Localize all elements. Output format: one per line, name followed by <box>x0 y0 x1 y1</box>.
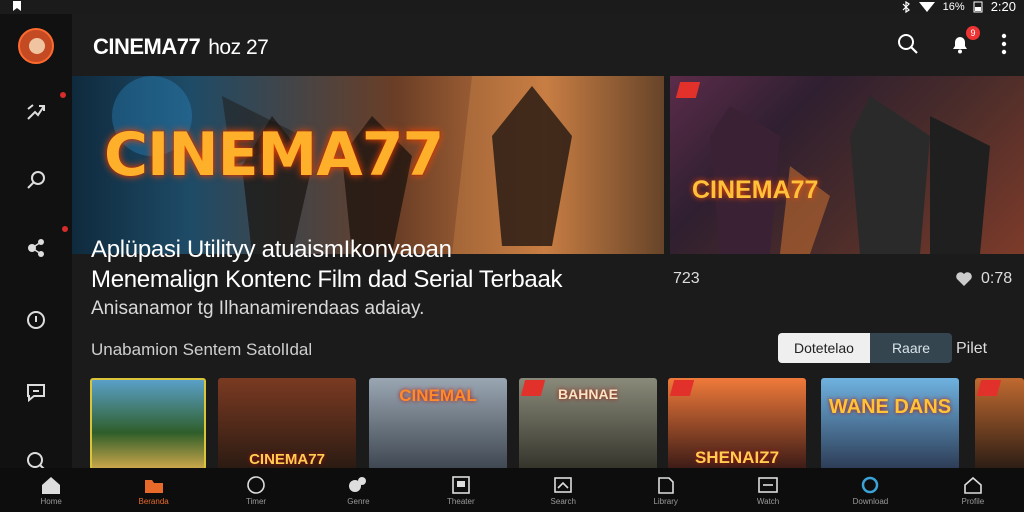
avatar[interactable] <box>18 28 54 64</box>
poster-card[interactable]: CINEMA77 <box>218 378 356 470</box>
poster-title: CINEMA77 <box>249 451 325 468</box>
hero-side-artwork <box>710 96 990 254</box>
bottom-nav-label: Home <box>40 496 62 506</box>
more-vert-icon <box>1000 32 1008 56</box>
search-button[interactable] <box>896 32 920 56</box>
bottom-nav-home[interactable]: Home <box>0 468 102 512</box>
download-icon <box>859 475 881 495</box>
bottom-nav-label: Search <box>550 496 576 506</box>
notification-badge: 9 <box>966 26 980 40</box>
bottom-nav-genre[interactable]: Genre <box>307 468 409 512</box>
clock-icon <box>245 475 267 495</box>
info-icon <box>25 309 47 331</box>
app-title: CINEMA77 hoz 27 <box>93 34 269 60</box>
rail-indicator-dot <box>62 226 68 232</box>
new-ribbon <box>675 82 701 98</box>
home-icon <box>40 475 62 495</box>
top-app-bar: CINEMA77 hoz 27 9 <box>72 14 1024 78</box>
hero-heading-line2: Menemalign Kontenc Film dad Serial Terba… <box>91 266 563 293</box>
bottom-nav-timer[interactable]: Timer <box>205 468 307 512</box>
trending-icon <box>25 101 47 123</box>
toggle-option-active[interactable]: Dotetelao <box>778 333 870 363</box>
battery-icon <box>973 1 983 13</box>
bluetooth-icon <box>901 0 911 13</box>
theater-icon <box>450 475 472 495</box>
hero-subtitle: Anisanamor tg Ilhanamirendaas adaiay. <box>91 298 425 319</box>
search-icon <box>25 169 47 191</box>
heart-icon <box>955 271 973 287</box>
chat-icon <box>25 381 47 403</box>
rail-item-info[interactable] <box>18 302 54 338</box>
bottom-nav-label: Download <box>852 496 889 506</box>
poster-card[interactable]: SHENAIZ7 <box>668 378 806 470</box>
share-icon <box>25 237 47 259</box>
folder-icon <box>143 475 165 495</box>
hero-meta-count: 723 <box>673 270 700 287</box>
poster-card[interactable]: CINEMAL <box>369 378 507 470</box>
hero-side-card[interactable]: CINEMA77 <box>670 76 1024 254</box>
bookmark-icon <box>12 0 22 12</box>
hero-heading-line1: Aplüpasi Utilityy atuaismIkonyaoan <box>91 236 452 263</box>
hero-logo: CINEMA77 <box>104 120 444 190</box>
app-subtitle: hoz 27 <box>208 36 269 59</box>
bottom-nav-library[interactable]: Library <box>614 468 716 512</box>
wifi-icon <box>918 1 935 13</box>
notifications-button[interactable]: 9 <box>948 26 980 56</box>
bottom-nav-label: Theater <box>447 496 475 506</box>
bottom-nav-label: Watch <box>756 496 780 506</box>
bottom-nav-label: Genre <box>347 496 370 506</box>
bottom-nav-label: Beranda <box>138 496 169 506</box>
more-options-button[interactable] <box>1000 32 1008 56</box>
bottom-nav-download[interactable]: Download <box>819 468 921 512</box>
filter-button[interactable]: Pilet <box>956 340 987 358</box>
bottom-nav-beranda[interactable]: Beranda <box>102 468 204 512</box>
rail-item-chat[interactable] <box>18 374 54 410</box>
bottom-nav-label: Profile <box>961 496 985 506</box>
hero-side-logo: CINEMA77 <box>692 176 819 204</box>
toggle-option-inactive[interactable]: Raare <box>869 333 953 363</box>
profile-icon <box>962 475 984 495</box>
poster-title: WANE DANS <box>828 396 952 418</box>
section-title: Unabamion Sentem SatolIdal <box>91 340 313 359</box>
bottom-nav-watch[interactable]: Watch <box>717 468 819 512</box>
app-title-text: CINEMA77 <box>93 34 201 59</box>
poster-card[interactable]: WANE DANS <box>821 378 959 470</box>
search-icon <box>896 32 920 56</box>
poster-row: CINEMA77 CINEMAL BAHNAE SHENAIZ7 WANE DA… <box>90 378 1024 470</box>
genre-icon <box>347 475 369 495</box>
watch-icon <box>757 475 779 495</box>
new-ribbon <box>976 380 1002 396</box>
status-bar: 16% 2:20 <box>0 0 1024 14</box>
bottom-nav-label: Timer <box>245 496 267 506</box>
poster-card[interactable]: BAHNAE <box>519 378 657 470</box>
rail-item-share[interactable] <box>18 230 54 266</box>
section-toggle: Dotetelao Raare <box>778 333 953 363</box>
search-icon <box>552 475 574 495</box>
poster-title: CINEMAL <box>399 386 477 405</box>
navigation-rail <box>0 14 72 470</box>
new-ribbon <box>669 380 695 396</box>
battery-text: 16% <box>942 0 965 13</box>
hero-rating-value: 0:78 <box>981 270 1013 287</box>
bottom-nav-search[interactable]: Search <box>512 468 614 512</box>
poster-title: BAHNAE <box>558 386 618 402</box>
poster-card[interactable] <box>975 378 1024 470</box>
library-icon <box>655 475 677 495</box>
rail-item-trending[interactable] <box>18 94 54 130</box>
clock-time: 2:20 <box>990 0 1016 14</box>
rail-indicator-dot <box>60 92 66 98</box>
bottom-nav-theater[interactable]: Theater <box>410 468 512 512</box>
rail-item-search[interactable] <box>18 162 54 198</box>
bottom-navigation: Home Beranda Timer Genre Theater Search … <box>0 468 1024 512</box>
hero-meta-rating: 0:78 <box>955 270 1012 288</box>
hero-banner[interactable]: CINEMA77 <box>72 76 664 254</box>
poster-title: SHENAIZ7 <box>694 448 780 467</box>
bottom-nav-label: Library <box>653 496 678 506</box>
poster-card[interactable] <box>90 378 206 470</box>
bottom-nav-profile[interactable]: Profile <box>922 468 1024 512</box>
